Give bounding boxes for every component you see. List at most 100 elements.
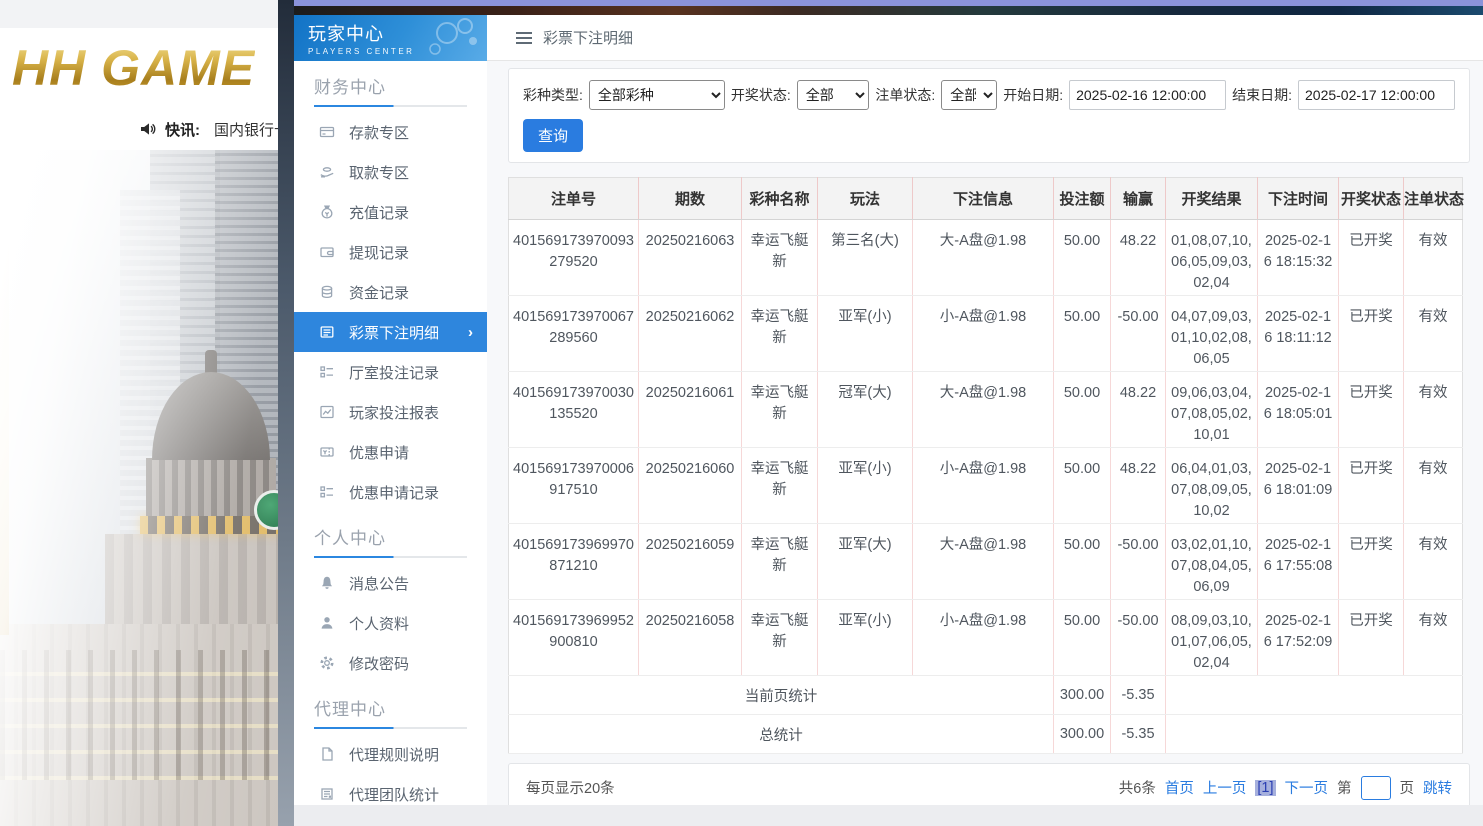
grand-summary-winloss-total: -5.35 bbox=[1111, 715, 1166, 754]
chevron-right-icon: › bbox=[468, 324, 473, 341]
table-cell: 401569173970006917510 bbox=[509, 448, 639, 524]
table-row: 40156917396995290081020250216058幸运飞艇新亚军(… bbox=[509, 600, 1463, 676]
sidebar: 玩家中心 PLAYERS CENTER 财务中心 存款专区 取款专区 bbox=[294, 15, 487, 805]
table-cell: 08,09,03,10,01,07,06,05,02,04 bbox=[1166, 600, 1258, 676]
table-cell: 幸运飞艇新 bbox=[742, 524, 818, 600]
order-status-select[interactable]: 全部 bbox=[941, 80, 997, 110]
table-cell: 48.22 bbox=[1111, 220, 1166, 296]
sidebar-item-personal-profile[interactable]: 个人资料 bbox=[294, 603, 487, 643]
players-center-overlay: 玩家中心 PLAYERS CENTER 财务中心 存款专区 取款专区 bbox=[294, 0, 1483, 826]
overlay-left-edge bbox=[278, 0, 294, 826]
column-header: 开奖结果 bbox=[1166, 178, 1258, 220]
table-cell: 幸运飞艇新 bbox=[742, 448, 818, 524]
sidebar-item-player-bet-report[interactable]: 玩家投注报表 bbox=[294, 392, 487, 432]
bet-details-table: 注单号期数彩种名称玩法下注信息投注额输赢开奖结果下注时间开奖状态注单状态 401… bbox=[508, 177, 1463, 754]
table-cell: 2025-02-16 17:52:09 bbox=[1258, 600, 1339, 676]
prev-page-link[interactable]: 上一页 bbox=[1203, 777, 1247, 798]
table-cell: 48.22 bbox=[1111, 372, 1166, 448]
table-cell: -50.00 bbox=[1111, 600, 1166, 676]
draw-status-label: 开奖状态: bbox=[731, 85, 791, 105]
sidebar-item-label: 代理团队统计 bbox=[349, 784, 439, 805]
newspaper-icon bbox=[319, 786, 335, 802]
sidebar-item-change-password[interactable]: 修改密码 bbox=[294, 643, 487, 683]
table-cell: 有效 bbox=[1404, 600, 1463, 676]
overlay-top-banner-strip bbox=[294, 6, 1483, 15]
table-cell: 50.00 bbox=[1054, 600, 1111, 676]
page-title: 彩票下注明细 bbox=[543, 27, 633, 48]
sidebar-item-promo-application[interactable]: 优惠申请 bbox=[294, 432, 487, 472]
sidebar-item-funds-record[interactable]: 资金记录 bbox=[294, 272, 487, 312]
site-logo: HH GAME bbox=[12, 39, 255, 97]
lottery-type-label: 彩种类型: bbox=[523, 85, 583, 105]
sidebar-item-label: 代理规则说明 bbox=[349, 744, 439, 765]
lottery-type-select[interactable]: 全部彩种 bbox=[589, 80, 725, 110]
sidebar-item-label: 存款专区 bbox=[349, 122, 409, 143]
end-date-input[interactable] bbox=[1298, 80, 1455, 110]
sidebar-item-label: 厅室投注记录 bbox=[349, 362, 439, 383]
table-cell: 2025-02-16 18:15:32 bbox=[1258, 220, 1339, 296]
column-header: 注单状态 bbox=[1404, 178, 1463, 220]
sidebar-item-label: 取款专区 bbox=[349, 162, 409, 183]
hamburger-icon[interactable] bbox=[516, 32, 532, 44]
table-body: 40156917397009327952020250216063幸运飞艇新第三名… bbox=[509, 220, 1463, 676]
sidebar-item-message-notice[interactable]: 消息公告 bbox=[294, 563, 487, 603]
current-page-indicator: [1] bbox=[1255, 780, 1275, 796]
wallet-icon bbox=[319, 244, 335, 260]
person-icon bbox=[319, 615, 335, 631]
table-cell: 01,08,07,10,06,05,09,03,02,04 bbox=[1166, 220, 1258, 296]
jump-suffix: 页 bbox=[1400, 777, 1415, 798]
table-cell: 2025-02-16 18:01:09 bbox=[1258, 448, 1339, 524]
sidebar-item-label: 提现记录 bbox=[349, 242, 409, 263]
hand-coin-icon bbox=[319, 164, 335, 180]
sidebar-item-agent-rules[interactable]: 代理规则说明 bbox=[294, 734, 487, 774]
sidebar-item-withdraw[interactable]: 取款专区 bbox=[294, 152, 487, 192]
table-cell: 03,02,01,10,07,08,04,05,06,09 bbox=[1166, 524, 1258, 600]
sidebar-item-recharge-record[interactable]: 充值记录 bbox=[294, 192, 487, 232]
speaker-icon bbox=[140, 121, 157, 137]
table-cell: 有效 bbox=[1404, 220, 1463, 296]
table-cell: 401569173969970871210 bbox=[509, 524, 639, 600]
query-button[interactable]: 查询 bbox=[523, 119, 583, 152]
table-cell: 小-A盘@1.98 bbox=[913, 448, 1054, 524]
table-cell: 亚军(小) bbox=[818, 600, 913, 676]
table-cell: 亚军(小) bbox=[818, 296, 913, 372]
sidebar-item-agent-team-stats[interactable]: 代理团队统计 bbox=[294, 774, 487, 805]
first-page-link[interactable]: 首页 bbox=[1165, 777, 1194, 798]
start-date-input[interactable] bbox=[1069, 80, 1226, 110]
gear-icon bbox=[319, 655, 335, 671]
sidebar-section-agent: 代理中心 bbox=[314, 695, 467, 720]
bank-card-icon bbox=[319, 124, 335, 140]
table-cell: 有效 bbox=[1404, 372, 1463, 448]
table-cell: 50.00 bbox=[1054, 524, 1111, 600]
table-cell: 已开奖 bbox=[1339, 524, 1404, 600]
ticker-label: 快讯: bbox=[165, 119, 200, 140]
table-cell: 已开奖 bbox=[1339, 372, 1404, 448]
sidebar-item-label: 消息公告 bbox=[349, 573, 409, 594]
sidebar-item-lottery-bet-details[interactable]: 彩票下注明细 › bbox=[294, 312, 487, 352]
column-header: 彩种名称 bbox=[742, 178, 818, 220]
column-header: 下注时间 bbox=[1258, 178, 1339, 220]
page-header: 彩票下注明细 bbox=[487, 15, 1483, 61]
ticket-icon bbox=[319, 444, 335, 460]
table-row: 40156917397003013552020250216061幸运飞艇新冠军(… bbox=[509, 372, 1463, 448]
sidebar-item-withdrawal-record[interactable]: 提现记录 bbox=[294, 232, 487, 272]
table-cell: 401569173970067289560 bbox=[509, 296, 639, 372]
end-date-label: 结束日期: bbox=[1232, 85, 1292, 105]
draw-status-select[interactable]: 全部 bbox=[797, 80, 870, 110]
table-cell: 50.00 bbox=[1054, 296, 1111, 372]
page-summary-winloss-total: -5.35 bbox=[1111, 676, 1166, 715]
table-cell: 有效 bbox=[1404, 296, 1463, 372]
main-content: 彩票下注明细 彩种类型: 全部彩种 开奖状态: 全部 注单状态: 全部 bbox=[487, 15, 1483, 805]
column-header: 下注信息 bbox=[913, 178, 1054, 220]
sidebar-item-label: 修改密码 bbox=[349, 653, 409, 674]
jump-action-link[interactable]: 跳转 bbox=[1423, 777, 1452, 798]
table-cell: -50.00 bbox=[1111, 524, 1166, 600]
page-jump-input[interactable] bbox=[1361, 776, 1391, 800]
sidebar-item-deposit[interactable]: 存款专区 bbox=[294, 112, 487, 152]
table-cell: 幸运飞艇新 bbox=[742, 296, 818, 372]
table-cell: 有效 bbox=[1404, 448, 1463, 524]
sidebar-item-promo-application-records[interactable]: 优惠申请记录 bbox=[294, 472, 487, 512]
sidebar-item-hall-bet-records[interactable]: 厅室投注记录 bbox=[294, 352, 487, 392]
table-cell: 401569173969952900810 bbox=[509, 600, 639, 676]
next-page-link[interactable]: 下一页 bbox=[1285, 777, 1329, 798]
